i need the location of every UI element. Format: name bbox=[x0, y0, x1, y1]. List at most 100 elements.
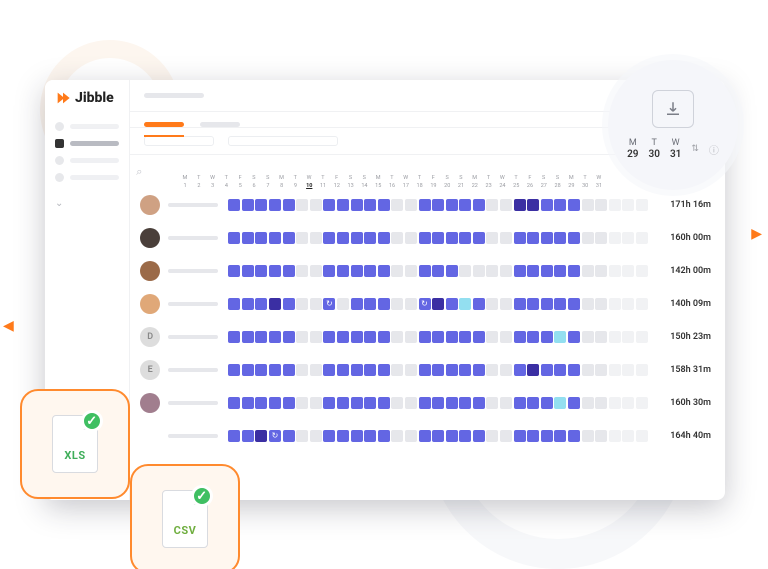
day-cell[interactable] bbox=[337, 397, 349, 409]
day-cell[interactable] bbox=[568, 265, 580, 277]
day-cell[interactable] bbox=[500, 430, 512, 442]
day-cell[interactable] bbox=[378, 232, 390, 244]
day-cell[interactable] bbox=[310, 298, 322, 310]
day-cell[interactable] bbox=[541, 364, 553, 376]
day-cell[interactable] bbox=[310, 430, 322, 442]
day-cell[interactable] bbox=[255, 397, 267, 409]
day-cell[interactable] bbox=[582, 331, 594, 343]
date-label[interactable]: 14 bbox=[358, 183, 372, 189]
day-cell[interactable] bbox=[527, 331, 539, 343]
day-cell[interactable] bbox=[595, 397, 607, 409]
day-cell[interactable] bbox=[296, 298, 308, 310]
day-cell[interactable] bbox=[432, 199, 444, 211]
day-cell[interactable] bbox=[296, 331, 308, 343]
day-cell[interactable] bbox=[568, 298, 580, 310]
day-cell[interactable] bbox=[636, 265, 648, 277]
day-cell[interactable] bbox=[405, 232, 417, 244]
day-cell[interactable] bbox=[269, 199, 281, 211]
day-cell[interactable] bbox=[391, 364, 403, 376]
day-cell[interactable] bbox=[622, 265, 634, 277]
day-cell[interactable] bbox=[582, 364, 594, 376]
day-cell[interactable] bbox=[459, 298, 471, 310]
export-xls-badge[interactable]: XLS ✓ bbox=[20, 389, 130, 499]
day-cell[interactable] bbox=[432, 397, 444, 409]
day-cell[interactable] bbox=[568, 232, 580, 244]
day-cell[interactable] bbox=[323, 364, 335, 376]
day-cell[interactable] bbox=[405, 298, 417, 310]
day-cell[interactable] bbox=[446, 430, 458, 442]
avatar-initial[interactable]: D bbox=[140, 327, 160, 347]
day-cell[interactable] bbox=[432, 232, 444, 244]
day-cell[interactable] bbox=[568, 397, 580, 409]
export-date-col[interactable]: T30 bbox=[649, 138, 660, 160]
day-cell[interactable] bbox=[636, 298, 648, 310]
day-cell[interactable] bbox=[595, 199, 607, 211]
day-cell[interactable] bbox=[609, 397, 621, 409]
day-cell[interactable] bbox=[554, 265, 566, 277]
day-cell[interactable] bbox=[378, 430, 390, 442]
day-cell[interactable] bbox=[500, 331, 512, 343]
day-cell[interactable] bbox=[595, 331, 607, 343]
timesheet-row[interactable]: 164h 40m bbox=[170, 426, 711, 446]
day-cell[interactable] bbox=[296, 232, 308, 244]
timesheet-row[interactable]: 160h 30m bbox=[170, 393, 711, 413]
date-label[interactable]: 23 bbox=[482, 183, 496, 189]
day-cell[interactable] bbox=[636, 397, 648, 409]
day-cell[interactable] bbox=[595, 265, 607, 277]
day-cell[interactable] bbox=[296, 397, 308, 409]
day-cell[interactable] bbox=[391, 232, 403, 244]
day-cell[interactable] bbox=[351, 232, 363, 244]
sidebar-item[interactable] bbox=[55, 173, 119, 182]
day-cell[interactable] bbox=[636, 364, 648, 376]
day-cell[interactable] bbox=[527, 364, 539, 376]
day-cell[interactable] bbox=[310, 331, 322, 343]
date-label[interactable]: 20 bbox=[440, 183, 454, 189]
day-cell[interactable] bbox=[568, 430, 580, 442]
day-cell[interactable] bbox=[609, 265, 621, 277]
day-cell[interactable] bbox=[486, 298, 498, 310]
day-cell[interactable] bbox=[595, 364, 607, 376]
day-cell[interactable] bbox=[636, 232, 648, 244]
day-cell[interactable] bbox=[228, 265, 240, 277]
day-cell[interactable] bbox=[568, 331, 580, 343]
day-cell[interactable] bbox=[296, 364, 308, 376]
day-cell[interactable] bbox=[514, 364, 526, 376]
day-cell[interactable] bbox=[337, 298, 349, 310]
day-cell[interactable] bbox=[554, 199, 566, 211]
day-cell[interactable] bbox=[527, 199, 539, 211]
day-cell[interactable] bbox=[622, 199, 634, 211]
day-cell[interactable] bbox=[500, 232, 512, 244]
day-cell[interactable] bbox=[486, 232, 498, 244]
day-cell[interactable] bbox=[323, 199, 335, 211]
day-cell[interactable] bbox=[351, 364, 363, 376]
day-cell[interactable] bbox=[486, 430, 498, 442]
day-cell[interactable] bbox=[323, 430, 335, 442]
avatar[interactable] bbox=[140, 195, 160, 215]
date-label[interactable]: 5 bbox=[233, 183, 247, 189]
day-cell[interactable] bbox=[432, 364, 444, 376]
day-cell[interactable] bbox=[255, 430, 267, 442]
day-cell[interactable] bbox=[269, 397, 281, 409]
day-cell[interactable] bbox=[228, 397, 240, 409]
day-cell[interactable] bbox=[500, 265, 512, 277]
day-cell[interactable] bbox=[595, 430, 607, 442]
info-icon[interactable]: ⓘ bbox=[709, 142, 719, 157]
day-cell[interactable] bbox=[446, 298, 458, 310]
day-cell[interactable] bbox=[609, 199, 621, 211]
day-cell[interactable] bbox=[419, 298, 431, 310]
day-cell[interactable] bbox=[310, 397, 322, 409]
day-cell[interactable] bbox=[323, 298, 335, 310]
day-cell[interactable] bbox=[391, 430, 403, 442]
day-cell[interactable] bbox=[391, 397, 403, 409]
day-cell[interactable] bbox=[622, 430, 634, 442]
day-cell[interactable] bbox=[459, 265, 471, 277]
date-label[interactable]: 19 bbox=[427, 183, 441, 189]
day-cell[interactable] bbox=[255, 232, 267, 244]
day-cell[interactable] bbox=[323, 232, 335, 244]
avatar[interactable] bbox=[140, 294, 160, 314]
day-cell[interactable] bbox=[582, 265, 594, 277]
day-cell[interactable] bbox=[228, 298, 240, 310]
day-cell[interactable] bbox=[242, 265, 254, 277]
day-cell[interactable] bbox=[419, 265, 431, 277]
day-cell[interactable] bbox=[364, 397, 376, 409]
